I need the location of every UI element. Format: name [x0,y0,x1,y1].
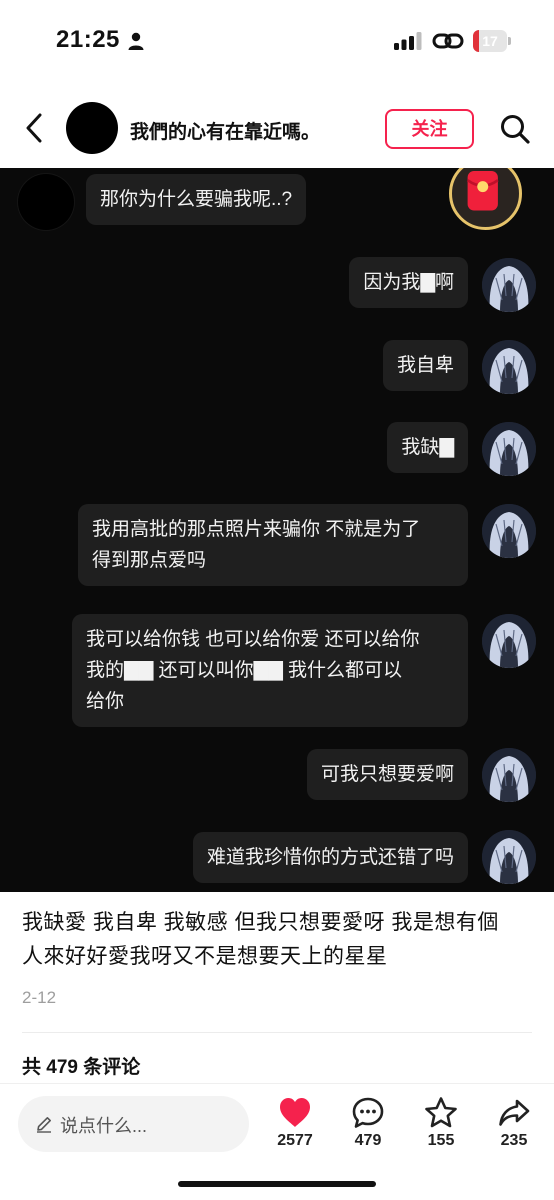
comment-button[interactable]: 479 [333,1096,403,1156]
follow-button[interactable]: 关注 [385,109,474,149]
chat-text: 我自卑 [396,355,454,376]
chat-text-line: 我用高批的那点照片来骗你 不就是为了 [92,519,421,540]
like-button[interactable]: 2577 [260,1096,330,1156]
chat-text: 可我只想要爱啊 [320,764,454,785]
signal-icon [394,32,422,50]
comment-input-placeholder: 说点什么... [60,1116,148,1136]
favorite-button[interactable]: 155 [406,1096,476,1156]
link-icon [432,33,464,49]
chat-avatar-right [482,830,536,884]
share-button[interactable]: 235 [479,1096,549,1156]
battery-level: 17 [482,33,498,49]
chat-text: 我缺▇ [401,437,454,458]
chat-avatar-right [482,614,536,668]
post-header: 我們的心有在靠近嗎。 关注 [0,84,554,168]
post-caption: 我缺愛 我自卑 我敏感 但我只想要愛呀 我是想有個 人來好好愛我呀又不是想要天上… [22,906,532,974]
chat-text-line: 我可以给你钱 也可以给你爱 还可以给你 [86,629,420,650]
divider [0,1083,554,1084]
status-time: 21:25 [56,26,120,53]
caption-line: 我缺愛 我自卑 我敏感 但我只想要愛呀 我是想有個 [22,911,499,934]
chat-avatar-right [482,340,536,394]
comment-count-action: 479 [354,1132,382,1149]
red-packet-button[interactable] [449,168,522,230]
chat-bubble-outgoing: 难道我珍惜你的方式还错了吗 [192,832,468,883]
chat-bubble-outgoing: 我自卑 [382,340,468,391]
battery-icon: 17 [473,30,511,52]
author-name[interactable]: 我們的心有在靠近嗎。 [130,117,320,144]
chat-avatar-right [482,258,536,312]
chat-bubble-outgoing: 我可以给你钱 也可以给你爱 还可以给你 我的▇▇ 还可以叫你▇▇ 我什么都可以 … [72,614,468,727]
chat-avatar-right [482,748,536,802]
search-icon[interactable] [500,114,530,144]
chat-text-line: 得到那点爱吗 [92,550,207,571]
chat-text-line: 我的▇▇ 还可以叫你▇▇ 我什么都可以 [86,660,403,681]
chat-text: 因为我▇啊 [363,272,454,293]
chat-text: 那你为什么要骗我呢..? [100,189,293,210]
chat-avatar-right [482,504,536,558]
comment-input[interactable]: 说点什么... [18,1096,249,1152]
back-icon[interactable] [22,112,48,144]
status-bar: 21:25 17 [0,0,554,84]
author-avatar[interactable] [66,102,118,154]
comment-count: 共 479 条评论 [22,1057,141,1078]
chat-avatar-left [18,174,74,230]
chat-bubble-outgoing: 我用高批的那点照片来骗你 不就是为了 得到那点爱吗 [78,504,468,586]
person-icon [128,32,144,50]
caption-line: 人來好好愛我呀又不是想要天上的星星 [22,945,388,968]
chat-text-line: 给你 [86,691,125,712]
comment-bubble-icon [352,1097,384,1128]
pencil-icon [37,1117,51,1133]
chat-bubble-outgoing: 可我只想要爱啊 [306,749,468,800]
chat-bubble-outgoing: 因为我▇啊 [349,257,468,308]
star-icon [425,1097,457,1128]
post-image[interactable]: 那你为什么要骗我呢..? × 因为我▇啊 我自卑 我缺 [0,168,554,892]
like-count: 2577 [277,1132,313,1149]
chat-avatar-right [482,422,536,476]
divider [22,1032,532,1033]
post-date: 2-12 [22,988,57,1007]
chat-bubble-incoming: 那你为什么要骗我呢..? [86,174,307,225]
chat-bubble-outgoing: 我缺▇ [387,422,468,473]
favorite-count: 155 [427,1132,455,1149]
chat-text: 难道我珍惜你的方式还错了吗 [206,847,454,868]
red-envelope-icon [466,171,499,211]
heart-icon [280,1098,310,1127]
share-count: 235 [500,1132,528,1149]
share-arrow-icon [499,1099,530,1126]
home-indicator [178,1181,376,1187]
